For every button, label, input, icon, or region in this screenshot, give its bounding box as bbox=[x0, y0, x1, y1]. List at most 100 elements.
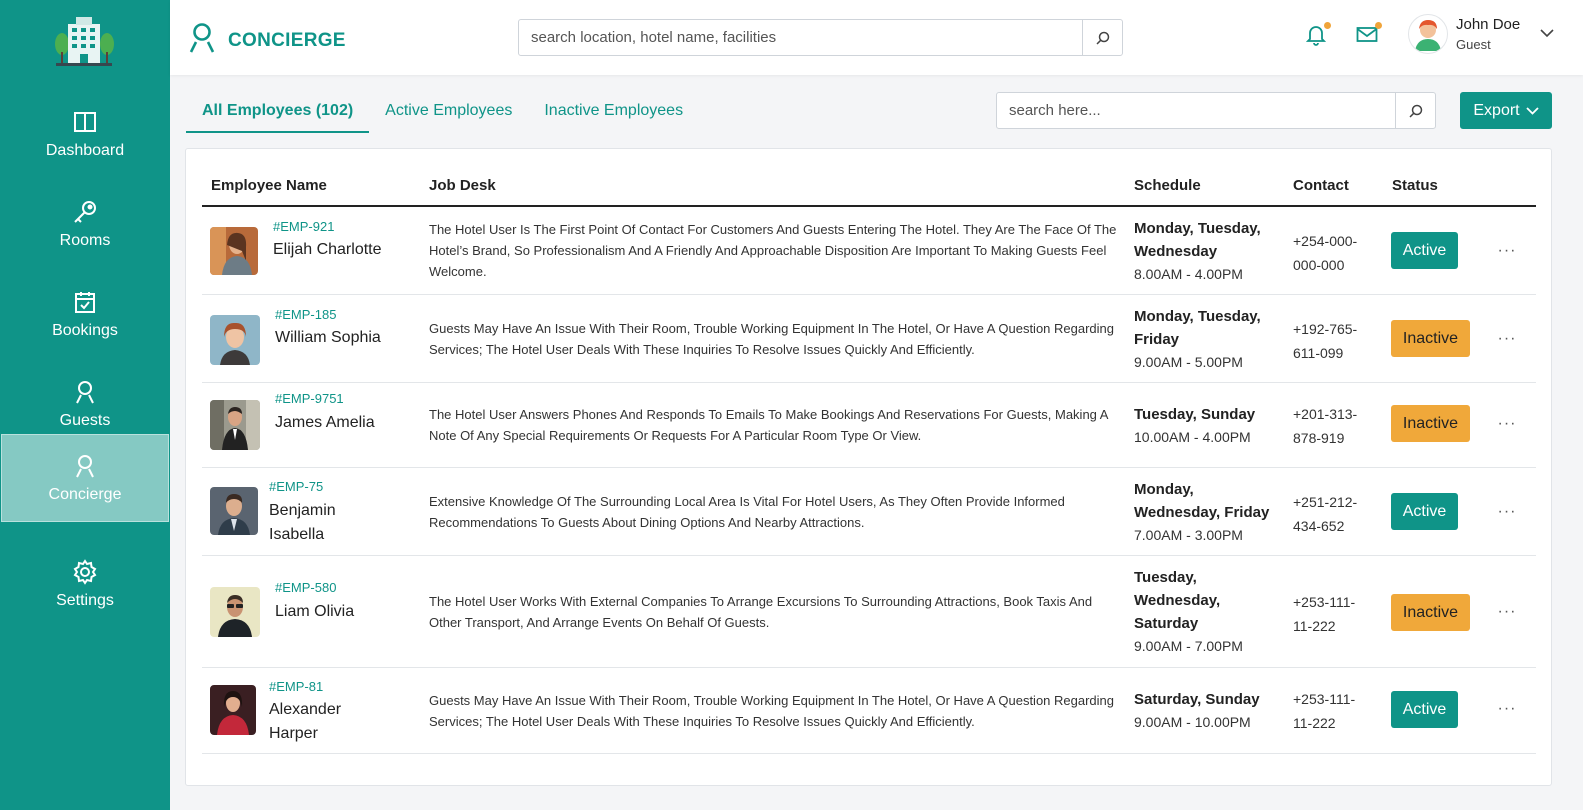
schedule-time: 10.00AM - 4.00PM bbox=[1134, 429, 1251, 445]
schedule: Monday, Tuesday, Wednesday 8.00AM - 4.00… bbox=[1134, 217, 1274, 286]
schedule-time: 9.00AM - 10.00PM bbox=[1134, 714, 1251, 730]
tab-inactive-employees[interactable]: Inactive Employees bbox=[528, 92, 699, 133]
employee-search-button[interactable] bbox=[1395, 93, 1435, 128]
user-menu[interactable]: John Doe Guest bbox=[1408, 14, 1554, 54]
sidebar-item-concierge[interactable]: Concierge bbox=[1, 434, 169, 522]
sidebar-item-label: Settings bbox=[56, 592, 114, 609]
table-row[interactable]: #EMP-9751 James Amelia The Hotel User An… bbox=[202, 383, 1536, 468]
contact-phone: +253-111-11-222 bbox=[1293, 691, 1356, 731]
employee-name: Alexander Harper bbox=[269, 701, 342, 742]
status-badge[interactable]: Inactive bbox=[1391, 405, 1470, 442]
calendar-check-icon bbox=[71, 288, 99, 316]
employee-name: Benjamin Isabella bbox=[269, 502, 336, 543]
employee-photo bbox=[210, 315, 260, 365]
status-badge[interactable]: Inactive bbox=[1391, 320, 1470, 357]
status-badge[interactable]: Inactive bbox=[1391, 594, 1470, 631]
table-row[interactable]: #EMP-75 Benjamin Isabella Extensive Know… bbox=[202, 468, 1536, 556]
schedule: Monday, Wednesday, Friday 7.00AM - 3.00P… bbox=[1134, 478, 1274, 547]
schedule-days: Monday, Tuesday, Friday bbox=[1134, 308, 1261, 348]
book-open-icon bbox=[71, 108, 99, 136]
contact-phone: +254-000-000-000 bbox=[1293, 233, 1358, 273]
table-header: Employee Name Job Desk Schedule Contact … bbox=[202, 169, 1536, 207]
user-name: John Doe bbox=[1456, 16, 1521, 33]
employee-photo bbox=[210, 685, 256, 735]
employee-name: Elijah Charlotte bbox=[273, 241, 382, 258]
schedule: Tuesday, Sunday 10.00AM - 4.00PM bbox=[1134, 403, 1274, 449]
notification-badge bbox=[1324, 22, 1331, 29]
sidebar-item-label: Guests bbox=[59, 412, 111, 429]
table-row[interactable]: #EMP-81 Alexander Harper Guests May Have… bbox=[202, 668, 1536, 754]
user-icon bbox=[71, 378, 99, 406]
employee-photo bbox=[210, 587, 260, 637]
contact-phone: +201-313-878-919 bbox=[1293, 406, 1358, 446]
schedule: Tuesday, Wednesday, Saturday 9.00AM - 7.… bbox=[1134, 566, 1244, 658]
sidebar: Dashboard Rooms Bookings Guests Concierg… bbox=[0, 0, 170, 810]
column-status[interactable]: Status bbox=[1392, 177, 1438, 194]
contact-phone: +192-765-611-099 bbox=[1293, 321, 1358, 361]
sidebar-item-label: Bookings bbox=[52, 322, 118, 339]
chevron-down-icon[interactable] bbox=[1540, 25, 1554, 43]
status-badge[interactable]: Active bbox=[1391, 493, 1458, 530]
sidebar-item-bookings[interactable]: Bookings bbox=[0, 270, 170, 358]
employee-id: #EMP-9751 bbox=[275, 391, 344, 406]
employee-photo bbox=[210, 400, 260, 450]
more-options-icon[interactable]: ··· bbox=[1492, 502, 1522, 522]
status-badge[interactable]: Active bbox=[1391, 691, 1458, 728]
schedule-days: Tuesday, Sunday bbox=[1134, 406, 1256, 423]
global-search-button[interactable] bbox=[1082, 20, 1122, 55]
more-options-icon[interactable]: ··· bbox=[1492, 602, 1522, 622]
employee-name: James Amelia bbox=[275, 414, 375, 431]
employee-id: #EMP-81 bbox=[269, 679, 324, 694]
schedule: Saturday, Sunday 9.00AM - 10.00PM bbox=[1134, 688, 1284, 734]
sidebar-item-rooms[interactable]: Rooms bbox=[0, 180, 170, 268]
schedule-time: 7.00AM - 3.00PM bbox=[1134, 527, 1243, 543]
employee-name: William Sophia bbox=[275, 329, 381, 346]
bell-icon bbox=[1306, 26, 1326, 46]
schedule: Monday, Tuesday, Friday 9.00AM - 5.00PM bbox=[1134, 305, 1274, 374]
column-employee-name[interactable]: Employee Name bbox=[211, 177, 327, 194]
schedule-days: Saturday, Sunday bbox=[1134, 691, 1260, 708]
more-options-icon[interactable]: ··· bbox=[1492, 241, 1522, 261]
concierge-icon bbox=[186, 22, 218, 59]
mail-icon bbox=[1356, 27, 1378, 42]
job-desk: Extensive Knowledge Of The Surrounding L… bbox=[429, 494, 1065, 530]
export-button[interactable]: Export bbox=[1460, 92, 1552, 129]
employee-id: #EMP-75 bbox=[269, 479, 324, 494]
schedule-days: Monday, Wednesday, Friday bbox=[1134, 481, 1270, 521]
notification-button[interactable] bbox=[1301, 20, 1331, 50]
mail-badge bbox=[1375, 22, 1382, 29]
user-role: Guest bbox=[1456, 37, 1491, 52]
search-icon bbox=[1408, 104, 1422, 118]
table-row[interactable]: #EMP-580 Liam Olivia The Hotel User Work… bbox=[202, 556, 1536, 668]
sidebar-item-settings[interactable]: Settings bbox=[0, 540, 170, 628]
more-options-icon[interactable]: ··· bbox=[1492, 329, 1522, 349]
global-search-input[interactable] bbox=[519, 20, 1082, 55]
employee-id: #EMP-185 bbox=[275, 307, 337, 322]
column-job-desk[interactable]: Job Desk bbox=[429, 177, 496, 194]
table-row[interactable]: #EMP-921 Elijah Charlotte The Hotel User… bbox=[202, 207, 1536, 295]
schedule-days: Tuesday, Wednesday, Saturday bbox=[1134, 569, 1221, 632]
job-desk: The Hotel User Works With External Compa… bbox=[429, 594, 1093, 630]
job-desk: The Hotel User Is The First Point Of Con… bbox=[429, 222, 1117, 279]
table-row[interactable]: #EMP-185 William Sophia Guests May Have … bbox=[202, 295, 1536, 383]
top-header: CONCIERGE John Doe Guest bbox=[170, 0, 1583, 75]
user-icon bbox=[71, 452, 99, 480]
tab-active-employees[interactable]: Active Employees bbox=[369, 92, 528, 133]
employee-photo bbox=[210, 487, 258, 535]
employee-photo bbox=[210, 227, 258, 275]
column-contact[interactable]: Contact bbox=[1293, 177, 1349, 194]
employee-name: Liam Olivia bbox=[275, 603, 355, 620]
more-options-icon[interactable]: ··· bbox=[1492, 414, 1522, 434]
job-desk: Guests May Have An Issue With Their Room… bbox=[429, 321, 1114, 357]
employee-search bbox=[996, 92, 1436, 129]
mail-button[interactable] bbox=[1352, 20, 1382, 50]
sidebar-item-dashboard[interactable]: Dashboard bbox=[0, 90, 170, 178]
status-badge[interactable]: Active bbox=[1391, 232, 1458, 269]
hotel-logo[interactable] bbox=[50, 14, 118, 68]
employee-search-input[interactable] bbox=[997, 93, 1395, 128]
column-schedule[interactable]: Schedule bbox=[1134, 177, 1201, 194]
tab-all-employees[interactable]: All Employees (102) bbox=[186, 92, 370, 133]
contact-phone: +251-212-434-652 bbox=[1293, 494, 1358, 534]
more-options-icon[interactable]: ··· bbox=[1492, 699, 1522, 719]
employee-id: #EMP-921 bbox=[273, 219, 335, 234]
